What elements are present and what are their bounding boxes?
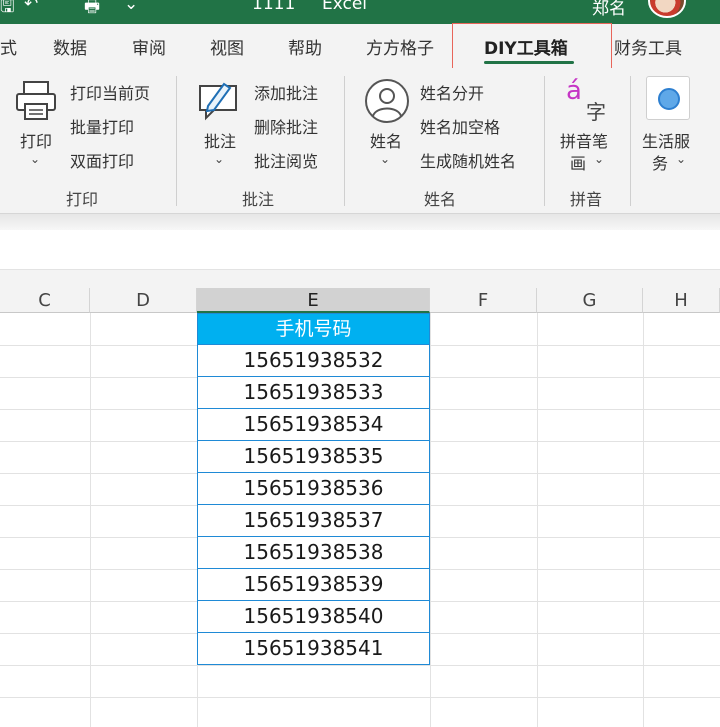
pinyin-accent-icon: á bbox=[566, 76, 582, 106]
formula-bar[interactable] bbox=[0, 230, 720, 270]
phone-cell[interactable]: 15651938537 bbox=[197, 505, 430, 537]
group-separator bbox=[344, 76, 345, 206]
pinyin-char-icon: 字 bbox=[586, 100, 606, 124]
life-services-button-line2[interactable]: 务 bbox=[652, 150, 668, 174]
title-bar: 🖫 ↶ 🖶 ⌄ 1111 Excel 郑名 bbox=[0, 0, 720, 24]
life-services-dropdown-icon[interactable]: ⌄ bbox=[676, 152, 686, 166]
phone-cell[interactable]: 15651938539 bbox=[197, 569, 430, 601]
column-header-g[interactable]: G bbox=[537, 288, 643, 313]
group-separator bbox=[544, 76, 545, 206]
header-cell-phone[interactable]: 手机号码 bbox=[197, 313, 430, 345]
column-header-f[interactable]: F bbox=[430, 288, 537, 313]
group-separator bbox=[630, 76, 631, 206]
name-button[interactable]: 姓名 bbox=[370, 128, 402, 152]
save-icon[interactable]: 🖫 bbox=[0, 0, 14, 23]
comment-group-label: 批注 bbox=[242, 190, 275, 209]
pinyin-stroke-button-line2[interactable]: 画 bbox=[570, 150, 586, 174]
formula-bar-gap bbox=[0, 270, 720, 288]
batch-print[interactable]: 批量打印 bbox=[70, 114, 134, 138]
tab-view[interactable]: 视图 bbox=[210, 34, 244, 59]
generate-random-name[interactable]: 生成随机姓名 bbox=[420, 148, 516, 172]
ribbon-shadow bbox=[0, 214, 720, 230]
tab-review[interactable]: 审阅 bbox=[132, 34, 166, 59]
qat-dropdown-icon[interactable]: ⌄ bbox=[124, 0, 138, 14]
app-name: Excel bbox=[322, 0, 368, 14]
column-header-e[interactable]: E bbox=[197, 288, 430, 313]
name-group-label: 姓名 bbox=[424, 190, 457, 209]
name-dropdown-icon[interactable]: ⌄ bbox=[380, 152, 390, 166]
tab-help[interactable]: 帮助 bbox=[288, 34, 322, 59]
undo-icon[interactable]: ↶ bbox=[24, 0, 38, 14]
pinyin-group-label: 拼音 bbox=[570, 190, 603, 209]
life-services-button[interactable]: 生活服 bbox=[642, 128, 690, 152]
ribbon-tabs: 式 数据 审阅 视图 帮助 方方格子 DIY工具箱 财务工具 bbox=[0, 24, 720, 68]
phone-cell[interactable]: 15651938534 bbox=[197, 409, 430, 441]
grid-line bbox=[0, 665, 720, 666]
document-name: 1111 bbox=[252, 0, 296, 14]
column-header-h[interactable]: H bbox=[643, 288, 720, 313]
grid-line bbox=[0, 697, 720, 698]
delete-comment[interactable]: 删除批注 bbox=[254, 114, 318, 138]
person-icon bbox=[365, 79, 409, 123]
group-separator bbox=[176, 76, 177, 206]
phone-cell[interactable]: 15651938538 bbox=[197, 537, 430, 569]
print-dropdown-icon[interactable]: ⌄ bbox=[30, 152, 40, 166]
comment-pen-icon bbox=[199, 82, 237, 121]
user-name[interactable]: 郑名 bbox=[592, 0, 626, 19]
column-header-c[interactable]: C bbox=[0, 288, 90, 313]
name-add-space[interactable]: 姓名加空格 bbox=[420, 114, 500, 138]
user-avatar[interactable] bbox=[648, 0, 686, 18]
tab-finance-tools[interactable]: 财务工具 bbox=[614, 34, 682, 59]
view-comments[interactable]: 批注阅览 bbox=[254, 148, 318, 172]
duplex-print[interactable]: 双面打印 bbox=[70, 148, 134, 172]
printer-icon bbox=[16, 81, 56, 120]
life-services-tile bbox=[646, 76, 690, 120]
phone-cell[interactable]: 15651938541 bbox=[197, 633, 430, 665]
comment-dropdown-icon[interactable]: ⌄ bbox=[214, 152, 224, 166]
print-current-page[interactable]: 打印当前页 bbox=[70, 80, 150, 104]
phone-cell[interactable]: 15651938540 bbox=[197, 601, 430, 633]
column-header-d[interactable]: D bbox=[90, 288, 197, 313]
phone-cell[interactable]: 15651938535 bbox=[197, 441, 430, 473]
life-services-icon bbox=[658, 88, 680, 110]
ribbon: 打印 ⌄ 打印当前页 批量打印 双面打印 打印 批注 ⌄ 添加批注 删除批注 批… bbox=[0, 68, 720, 214]
phone-cell[interactable]: 15651938533 bbox=[197, 377, 430, 409]
split-name[interactable]: 姓名分开 bbox=[420, 80, 484, 104]
phone-cell[interactable]: 15651938532 bbox=[197, 345, 430, 377]
tab-formulas[interactable]: 式 bbox=[0, 34, 17, 59]
pinyin-stroke-button[interactable]: 拼音笔 bbox=[560, 128, 608, 152]
comment-button[interactable]: 批注 bbox=[204, 128, 236, 152]
print-group-label: 打印 bbox=[66, 190, 99, 209]
add-comment[interactable]: 添加批注 bbox=[254, 80, 318, 104]
phone-cell[interactable]: 15651938536 bbox=[197, 473, 430, 505]
pinyin-dropdown-icon[interactable]: ⌄ bbox=[594, 152, 604, 166]
print-button[interactable]: 打印 bbox=[20, 128, 52, 152]
print-preview-icon[interactable]: 🖶 bbox=[84, 0, 100, 23]
tab-fangfanggezi[interactable]: 方方格子 bbox=[366, 34, 434, 59]
tab-data[interactable]: 数据 bbox=[53, 34, 87, 59]
